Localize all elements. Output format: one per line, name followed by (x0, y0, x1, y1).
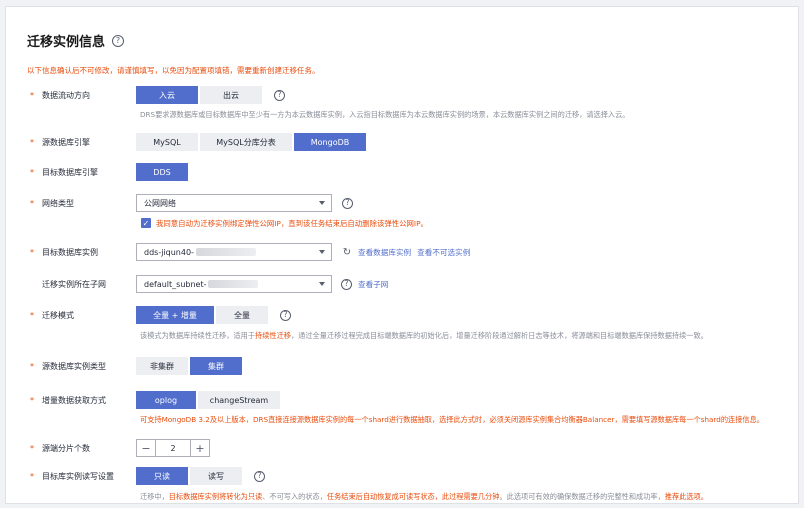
flow-option-outbound[interactable]: 出云 (200, 86, 262, 104)
refresh-icon[interactable]: ↻ (342, 247, 352, 258)
mode-label: 迁移模式 (42, 310, 74, 320)
dst-instance-select[interactable]: dds-jiqun40- (136, 243, 332, 261)
src-engine-option-mysql[interactable]: MySQL (136, 133, 198, 151)
dst-engine-row: * 目标数据库引擎 DDS (6, 162, 796, 182)
rw-option-readwrite[interactable]: 读写 (190, 467, 242, 485)
incr-option-oplog[interactable]: oplog (136, 391, 196, 409)
mode-option-full-incremental[interactable]: 全量 + 增量 (136, 306, 214, 324)
chevron-down-icon (319, 250, 325, 254)
network-type-select[interactable]: 公网网络 (136, 194, 332, 212)
src-engine-option-mongodb[interactable]: MongoDB (294, 133, 366, 151)
src-type-option-cluster[interactable]: 集群 (190, 357, 242, 375)
dst-engine-toggle: DDS (136, 163, 190, 181)
chevron-down-icon (319, 201, 325, 205)
dst-instance-value: dds-jiqun40- (144, 247, 194, 257)
required-mark: * (30, 310, 34, 320)
flow-description: DRS要求源数据库或目标数据库中至少有一方为本云数据库实例，入云指目标数据库为本… (140, 110, 630, 119)
help-icon[interactable]: ? (112, 34, 125, 47)
incr-toggle: oplog changeStream (136, 391, 282, 409)
src-type-option-non-cluster[interactable]: 非集群 (136, 357, 188, 375)
incr-description: 可支持MongoDB 3.2及以上版本，DRS直接连接源数据库实例的每一个sha… (140, 415, 764, 424)
eip-consent-text: 我同意自动为迁移实例绑定弹性公网IP，直到该任务结束后自动删除该弹性公网IP。 (156, 218, 428, 228)
required-mark: * (30, 198, 34, 208)
rw-description: 迁移中，目标数据库实例将转化为只读、不可写入的状态，任务结束后自动恢复成可读写状… (140, 492, 708, 501)
network-type-value: 公网网络 (144, 198, 176, 208)
required-mark: * (30, 443, 34, 453)
src-type-label: 源数据库实例类型 (42, 361, 106, 371)
chevron-down-icon (319, 282, 325, 286)
decrement-button[interactable]: − (137, 440, 155, 456)
incr-row: * 增量数据获取方式 oplog changeStream (6, 390, 796, 410)
help-icon[interactable]: ? (274, 89, 285, 101)
required-mark: * (30, 395, 34, 405)
src-engine-toggle: MySQL MySQL分库分表 MongoDB (136, 133, 368, 151)
eip-consent-checkbox[interactable]: ✓ (141, 218, 151, 228)
rw-label: 目标库实例读写设置 (42, 471, 114, 481)
subnet-value: default_subnet- (144, 279, 207, 289)
network-label: 网络类型 (42, 198, 74, 208)
src-engine-row: * 源数据库引擎 MySQL MySQL分库分表 MongoDB (6, 132, 796, 152)
view-db-instances-link[interactable]: 查看数据库实例 (358, 247, 411, 258)
subnet-select[interactable]: default_subnet- (136, 275, 332, 293)
rw-option-readonly[interactable]: 只读 (136, 467, 188, 485)
shards-stepper: − 2 + (136, 439, 210, 457)
migration-instance-panel: 迁移实例信息 ? 以下信息确认后不可修改，请谨慎填写，以免因为配置项填错，需要重… (5, 6, 799, 504)
increment-button[interactable]: + (191, 440, 209, 456)
src-engine-label: 源数据库引擎 (42, 137, 90, 147)
src-type-toggle: 非集群 集群 (136, 357, 244, 375)
rw-toggle: 只读 读写 (136, 467, 244, 485)
required-mark: * (30, 247, 34, 257)
shards-label: 源端分片个数 (42, 443, 90, 453)
network-row: * 网络类型 公网网络 ? (6, 193, 796, 213)
rw-row: * 目标库实例读写设置 只读 读写 ? (6, 466, 796, 486)
view-unselectable-instances-link[interactable]: 查看不可选实例 (417, 247, 470, 258)
redacted-text (195, 248, 256, 256)
required-mark: * (30, 167, 34, 177)
mode-toggle: 全量 + 增量 全量 (136, 306, 270, 324)
src-type-row: * 源数据库实例类型 非集群 集群 (6, 356, 796, 376)
redacted-text (208, 280, 259, 288)
view-subnet-link[interactable]: 查看子网 (358, 279, 388, 290)
dst-engine-label: 目标数据库引擎 (42, 167, 98, 177)
shards-value[interactable]: 2 (155, 440, 191, 456)
flow-option-inbound[interactable]: 入云 (136, 86, 198, 104)
dst-instance-label: 目标数据库实例 (42, 247, 98, 257)
subnet-row: 迁移实例所在子网 default_subnet- ? 查看子网 (6, 274, 796, 294)
mode-option-full[interactable]: 全量 (216, 306, 268, 324)
incr-option-changestream[interactable]: changeStream (198, 391, 280, 409)
shards-row: * 源端分片个数 − 2 + (6, 438, 796, 458)
required-mark: * (30, 471, 34, 481)
help-icon[interactable]: ? (254, 470, 265, 482)
warning-text: 以下信息确认后不可修改，请谨慎填写，以免因为配置项填错，需要重新创建迁移任务。 (27, 66, 320, 75)
required-mark: * (30, 137, 34, 147)
help-icon[interactable]: ? (280, 309, 291, 321)
required-mark: * (30, 361, 34, 371)
mode-row: * 迁移模式 全量 + 增量 全量 ? (6, 305, 796, 325)
flow-row: * 数据流动方向 入云 出云 ? (6, 85, 796, 105)
help-icon[interactable]: ? (342, 197, 353, 209)
src-engine-option-mysql-sharding[interactable]: MySQL分库分表 (200, 133, 292, 151)
incr-label: 增量数据获取方式 (42, 395, 106, 405)
subnet-label: 迁移实例所在子网 (42, 279, 106, 289)
dst-engine-option-dds[interactable]: DDS (136, 163, 188, 181)
flow-label: 数据流动方向 (42, 90, 90, 100)
eip-consent-row: ✓ 我同意自动为迁移实例绑定弹性公网IP，直到该任务结束后自动删除该弹性公网IP… (141, 213, 428, 233)
flow-toggle: 入云 出云 (136, 86, 264, 104)
mode-description: 该模式为数据库持续性迁移，适用于持续性迁移，通过全量迁移过程完成目标端数据库的初… (140, 331, 708, 340)
section-title: 迁移实例信息 ? (27, 31, 125, 50)
required-mark: * (30, 90, 34, 100)
help-icon[interactable]: ? (341, 278, 352, 290)
dst-instance-row: * 目标数据库实例 dds-jiqun40- ↻ 查看数据库实例 查看不可选实例 (6, 242, 796, 262)
